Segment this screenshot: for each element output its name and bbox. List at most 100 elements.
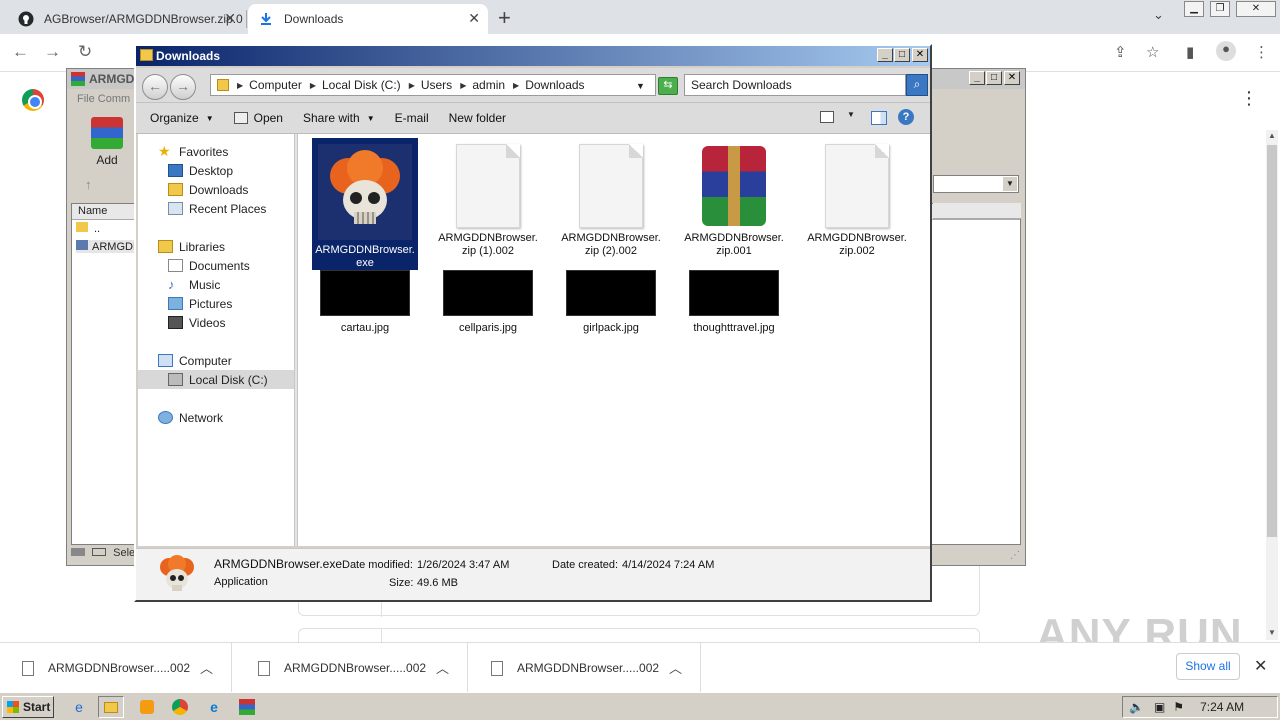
winrar-minimize-button[interactable]: _ — [969, 71, 985, 85]
winrar-row-parent[interactable]: .. — [76, 222, 100, 235]
tab-github[interactable]: AGBrowser/ARMGDDNBrowser.zip.0 ✕ — [8, 4, 244, 34]
winrar-row-file[interactable]: ARMGDD — [76, 240, 141, 253]
restore-button[interactable]: ❐ — [1210, 1, 1230, 17]
share-icon[interactable]: ⇪ — [1114, 43, 1127, 61]
download-item[interactable]: ARMGDDNBrowser.....002 ︿ — [0, 643, 232, 693]
flag-icon[interactable]: ⚑ — [1173, 700, 1184, 714]
close-download-bar-icon[interactable]: ✕ — [1254, 656, 1267, 676]
breadcrumb-local-disk[interactable]: Local Disk (C:) — [322, 78, 401, 92]
breadcrumb-computer[interactable]: Computer — [249, 78, 302, 92]
close-window-button[interactable]: ✕ — [1236, 1, 1276, 17]
combo-arrow-icon[interactable]: ▼ — [1003, 177, 1017, 191]
close-tab-icon[interactable]: ✕ — [224, 10, 236, 27]
show-all-button[interactable]: Show all — [1176, 653, 1240, 680]
breadcrumb-users[interactable]: Users — [421, 78, 452, 92]
winrar-path-combo[interactable]: ▼ — [933, 175, 1019, 193]
back-button[interactable]: ← — [142, 74, 168, 100]
file-item-girlpack[interactable]: girlpack.jpg — [558, 270, 664, 335]
reload-icon[interactable]: ↻ — [78, 42, 92, 62]
breadcrumb-arrow-icon[interactable]: ▶ — [409, 81, 415, 90]
breadcrumb-arrow-icon[interactable]: ▶ — [310, 81, 316, 90]
breadcrumb-arrow-icon[interactable]: ▶ — [513, 81, 519, 90]
explorer-close-button[interactable]: ✕ — [912, 48, 928, 62]
close-tab-icon[interactable]: ✕ — [468, 10, 480, 27]
breadcrumb-arrow-icon[interactable]: ▶ — [460, 81, 466, 90]
winrar-close-button[interactable]: ✕ — [1004, 71, 1020, 85]
file-item-cartau[interactable]: cartau.jpg — [312, 270, 418, 335]
view-options-icon[interactable] — [820, 111, 834, 123]
chevron-up-icon[interactable]: ︿ — [669, 658, 682, 677]
nav-libraries[interactable]: Libraries — [138, 237, 294, 256]
breadcrumb-arrow-icon[interactable]: ▶ — [237, 81, 243, 90]
scrollbar-thumb[interactable] — [1267, 145, 1277, 537]
new-folder-button[interactable]: New folder — [439, 111, 516, 125]
minimize-button[interactable]: ▁ — [1184, 1, 1204, 17]
resize-grip-icon[interactable]: ⋰ — [1010, 550, 1020, 561]
back-arrow-icon[interactable]: ← — [12, 42, 29, 62]
up-arrow-icon[interactable]: ↑ — [85, 177, 92, 192]
chrome-taskbar-icon[interactable] — [167, 696, 193, 718]
address-dropdown-icon[interactable]: ▼ — [636, 81, 645, 91]
file-item-thoughttravel[interactable]: thoughttravel.jpg — [681, 270, 787, 335]
file-item-exe[interactable]: ARMGDDNBrowser. exe — [312, 138, 418, 270]
forward-arrow-icon[interactable]: → — [44, 42, 61, 62]
chrome-menu-icon[interactable]: ⋮ — [1254, 43, 1269, 61]
file-item-zip-1-002[interactable]: ARMGDDNBrowser. zip (1).002 — [435, 138, 541, 258]
bookmark-star-icon[interactable]: ☆ — [1146, 43, 1159, 61]
profile-avatar-icon[interactable]: ● — [1216, 41, 1236, 61]
help-icon[interactable]: ? — [898, 109, 914, 125]
nav-videos[interactable]: Videos — [138, 313, 294, 332]
view-dropdown-icon[interactable]: ▼ — [847, 110, 855, 119]
file-item-zip-002[interactable]: ARMGDDNBrowser. zip.002 — [804, 138, 910, 258]
side-panel-icon[interactable]: ▮ — [1186, 43, 1194, 61]
forward-button[interactable]: → — [170, 74, 196, 100]
nav-computer[interactable]: Computer — [138, 351, 294, 370]
tab-downloads[interactable]: Downloads ✕ — [248, 4, 488, 34]
nav-favorites[interactable]: ★ Favorites — [138, 142, 294, 161]
file-item-zip-2-002[interactable]: ARMGDDNBrowser. zip (2).002 — [558, 138, 664, 258]
winrar-menubar[interactable]: File Comm — [77, 93, 130, 105]
speaker-icon[interactable]: 🔈 — [1129, 700, 1144, 714]
organize-button[interactable]: Organize ▼ — [140, 111, 224, 125]
refresh-button[interactable]: ⇆ — [658, 77, 678, 95]
start-button[interactable]: Start — [2, 696, 54, 718]
nav-documents[interactable]: Documents — [138, 256, 294, 275]
media-player-icon[interactable] — [134, 696, 160, 718]
email-button[interactable]: E-mail — [385, 111, 439, 125]
nav-downloads[interactable]: Downloads — [138, 180, 294, 199]
download-item[interactable]: ARMGDDNBrowser.....002 ︿ — [469, 643, 701, 693]
nav-desktop[interactable]: Desktop — [138, 161, 294, 180]
network-tray-icon[interactable]: ▣ — [1154, 700, 1165, 714]
scroll-up-icon[interactable]: ▲ — [1268, 131, 1276, 140]
winrar-maximize-button[interactable]: □ — [986, 71, 1002, 85]
open-button[interactable]: Open — [224, 111, 293, 125]
winrar-taskbar-icon[interactable] — [234, 696, 260, 718]
file-item-zip-001[interactable]: ARMGDDNBrowser. zip.001 — [681, 138, 787, 258]
scroll-down-icon[interactable]: ▼ — [1268, 628, 1276, 637]
share-with-button[interactable]: Share with ▼ — [293, 111, 385, 125]
nav-music[interactable]: ♪ Music — [138, 275, 294, 294]
explorer-maximize-button[interactable]: □ — [894, 48, 910, 62]
ie-icon[interactable]: e — [66, 696, 92, 718]
download-item[interactable]: ARMGDDNBrowser.....002 ︿ — [236, 643, 468, 693]
nav-network[interactable]: Network — [138, 408, 294, 427]
edge-icon[interactable]: e — [201, 696, 227, 718]
address-bar[interactable]: ▶ Computer ▶ Local Disk (C:) ▶ Users ▶ a… — [210, 74, 656, 96]
breadcrumb-downloads[interactable]: Downloads — [525, 78, 584, 92]
chevron-up-icon[interactable]: ︿ — [200, 658, 213, 677]
explorer-taskbar-icon[interactable] — [98, 696, 124, 718]
tab-search-chevron-icon[interactable]: ⌄ — [1153, 7, 1164, 23]
explorer-minimize-button[interactable]: _ — [877, 48, 893, 62]
file-item-cellparis[interactable]: cellparis.jpg — [435, 270, 541, 335]
breadcrumb-admin[interactable]: admin — [472, 78, 505, 92]
search-input[interactable]: Search Downloads — [684, 74, 906, 96]
winrar-add-button[interactable]: Add — [77, 113, 137, 171]
new-tab-button[interactable]: + — [498, 5, 511, 31]
chevron-up-icon[interactable]: ︿ — [436, 658, 449, 677]
search-icon[interactable]: ⌕ — [906, 74, 928, 96]
nav-recent-places[interactable]: Recent Places — [138, 199, 294, 218]
nav-pictures[interactable]: Pictures — [138, 294, 294, 313]
nav-local-disk[interactable]: Local Disk (C:) — [138, 370, 294, 389]
preview-pane-icon[interactable] — [871, 111, 887, 125]
page-menu-icon[interactable]: ⋮ — [1240, 88, 1258, 109]
